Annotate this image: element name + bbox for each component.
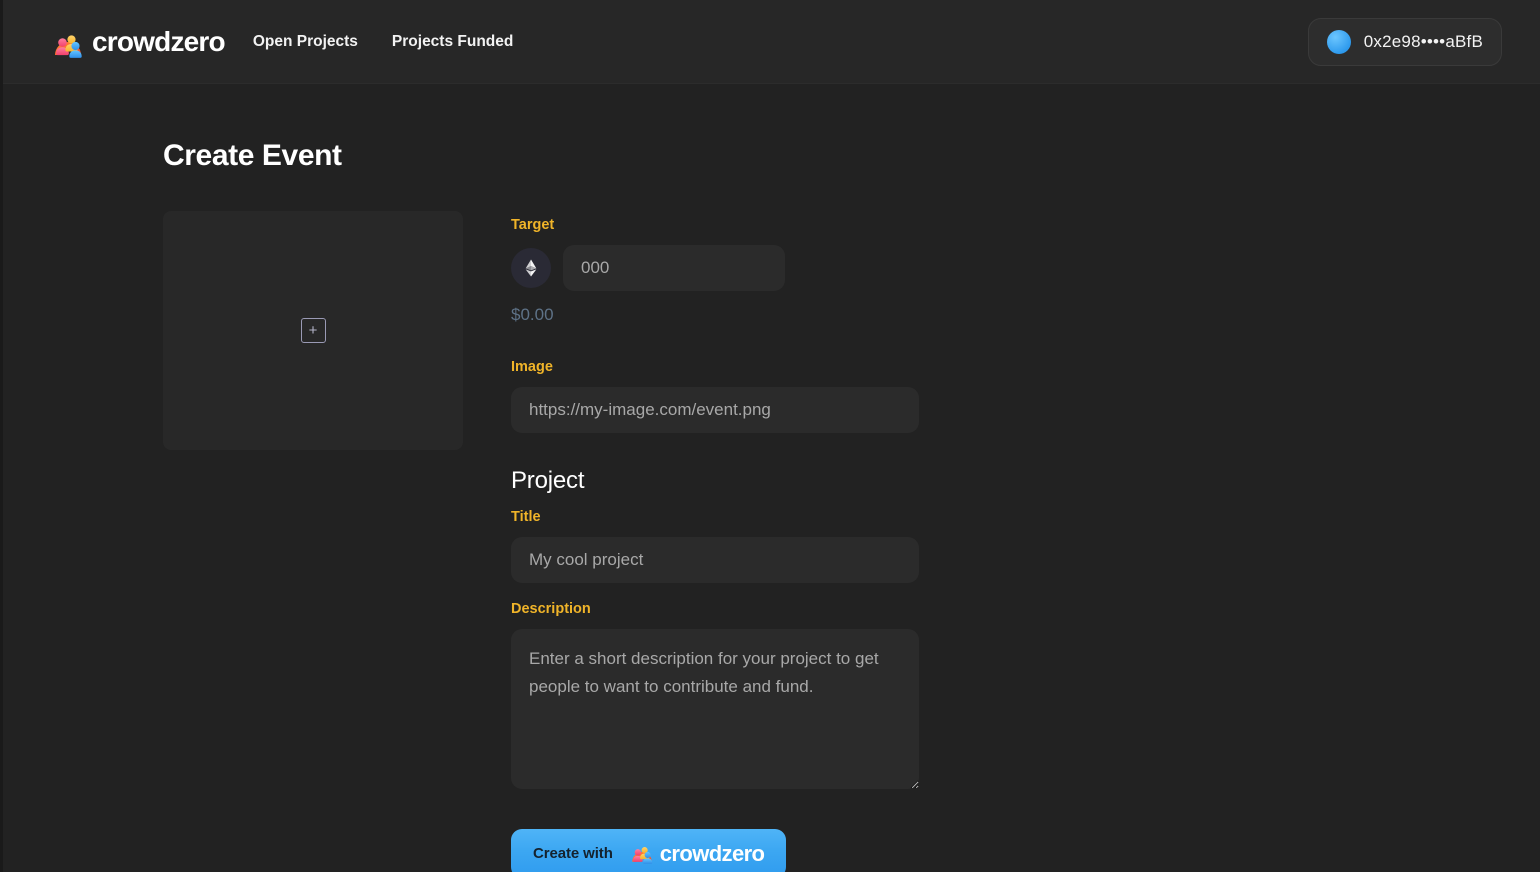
submit-button-brand: crowdzero <box>627 837 765 870</box>
crowdzero-arch-people-logo-icon <box>48 22 88 62</box>
target-label: Target <box>511 217 555 233</box>
brand-logo-link[interactable]: crowdzero <box>48 22 226 62</box>
project-description-textarea[interactable] <box>511 629 919 789</box>
crowdzero-arch-people-logo-icon <box>627 837 657 870</box>
target-amount-input[interactable] <box>563 245 785 291</box>
site-header: crowdzero Open Projects Projects Funded … <box>3 0 1540 84</box>
image-url-input[interactable] <box>511 387 919 433</box>
create-event-page: Create Event + Target 000 $0.00 Image ht… <box>3 84 1540 872</box>
description-field-block: Description <box>511 601 919 789</box>
target-row <box>511 245 919 291</box>
create-event-submit-button[interactable]: Create with crowdzero <box>511 829 787 872</box>
submit-button-brand-name: crowdzero <box>659 840 765 866</box>
app-window: crowdzero Open Projects Projects Funded … <box>0 0 1540 872</box>
brand-name: crowdzero <box>92 25 226 57</box>
title-field-block: Title <box>511 509 919 583</box>
form-columns: + Target 000 $0.00 Image https://my-imag… <box>163 211 1540 872</box>
target-fiat-value: $0.00 <box>511 305 554 324</box>
nav-open-projects[interactable]: Open Projects <box>253 33 358 51</box>
nav-projects-funded[interactable]: Projects Funded <box>392 33 513 51</box>
main-nav: Open Projects Projects Funded <box>253 33 514 51</box>
account-button[interactable]: 0x2e98••••aBfB <box>1307 17 1502 66</box>
description-label: Description <box>511 601 591 617</box>
title-label: Title <box>511 509 541 525</box>
plus-square-icon[interactable]: + <box>300 318 326 343</box>
submit-button-label: Create with <box>533 845 613 862</box>
ethereum-icon <box>511 248 551 288</box>
image-upload-dropzone[interactable]: + <box>163 211 463 450</box>
wallet-avatar-icon <box>1326 29 1351 54</box>
project-section-title: Project <box>511 467 585 494</box>
create-event-form: Target $0.00 <box>511 211 919 872</box>
wallet-address: 0x2e98••••aBfB <box>1363 31 1483 51</box>
project-title-input[interactable] <box>511 537 919 583</box>
image-url-label: Image <box>511 359 553 375</box>
page-title: Create Event <box>163 139 342 172</box>
